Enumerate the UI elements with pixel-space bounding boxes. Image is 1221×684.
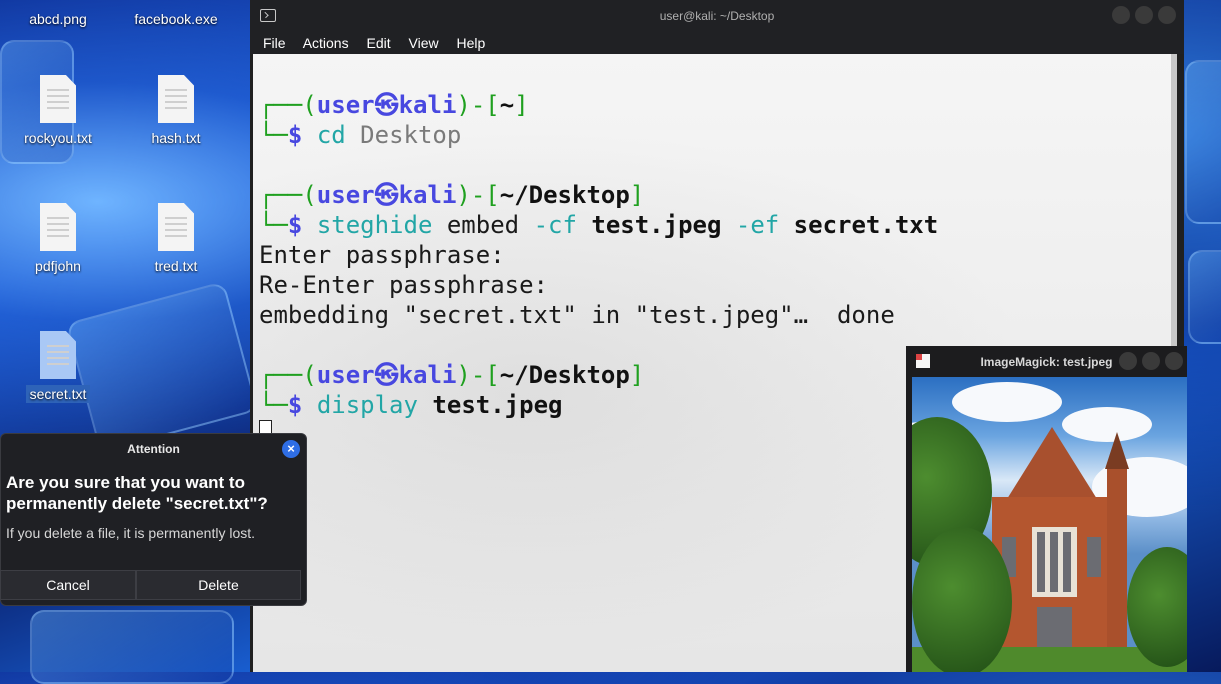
desktop-icon-label: tred.txt <box>154 258 198 274</box>
minimize-button[interactable] <box>1112 6 1130 24</box>
prompt-at: ㉿ <box>374 91 399 119</box>
desktop-icon-facebook-exe[interactable]: facebook.exe <box>126 10 226 28</box>
prompt-at: ㉿ <box>374 181 399 209</box>
maximize-button[interactable] <box>1135 6 1153 24</box>
prompt-host: kali <box>398 361 457 389</box>
command-line: └─$ steghide embed -cf test.jpeg -ef sec… <box>259 210 938 240</box>
delete-confirm-dialog[interactable]: Attention × Are you sure that you want t… <box>0 433 307 606</box>
menu-edit[interactable]: Edit <box>367 35 391 51</box>
prompt-line: ┌──(user㉿kali)-[~/Desktop] <box>259 360 644 390</box>
prompt-mid: )-[ <box>456 361 500 389</box>
desktop-icon-label: abcd.png <box>29 11 87 27</box>
terminal-menubar: File Actions Edit View Help <box>250 32 1184 54</box>
text-file-icon <box>158 75 194 123</box>
output-line: Re-Enter passphrase: <box>259 271 548 299</box>
prompt-dir: ~/Desktop <box>499 361 630 389</box>
command-arg: test.jpeg <box>576 211 736 239</box>
desktop-icon-label: pdfjohn <box>35 258 81 274</box>
prompt-host: kali <box>398 91 457 119</box>
prompt-mid: )-[ <box>456 181 500 209</box>
command-name: display <box>316 391 418 419</box>
prompt-mid: )-[ <box>456 91 500 119</box>
menu-actions[interactable]: Actions <box>303 35 349 51</box>
desktop-icon-secret-txt[interactable]: secret.txt <box>8 331 108 403</box>
command-arg: secret.txt <box>779 211 939 239</box>
command-name: steghide <box>316 211 433 239</box>
prompt-dollar: $ <box>287 391 303 419</box>
prompt-dollar: $ <box>287 121 303 149</box>
prompt-host: kali <box>398 181 457 209</box>
command-arg: Desktop <box>345 121 462 149</box>
imagemagick-window[interactable]: ImageMagick: test.jpeg <box>906 346 1187 672</box>
prompt-at: ㉿ <box>374 361 399 389</box>
delete-button[interactable]: Delete <box>136 570 301 600</box>
terminal-title: user@kali: ~/Desktop <box>659 9 775 23</box>
command-flag: -cf <box>533 211 577 239</box>
maximize-button[interactable] <box>1142 352 1160 370</box>
prompt-user: user <box>316 181 375 209</box>
command-line: └─$ display test.jpeg <box>259 390 562 420</box>
prompt-open: ┌──( <box>259 91 317 119</box>
prompt-corner: └─ <box>259 211 288 239</box>
prompt-open: ┌──( <box>259 361 317 389</box>
command-name: cd <box>316 121 346 149</box>
command-arg: test.jpeg <box>417 391 563 419</box>
menu-view[interactable]: View <box>409 35 439 51</box>
output-line: Enter passphrase: <box>259 241 505 269</box>
output-line: embedding "secret.txt" in "test.jpeg"… d… <box>259 301 895 329</box>
prompt-close: ] <box>629 361 645 389</box>
text-file-icon <box>40 203 76 251</box>
desktop-icon-label: rockyou.txt <box>24 130 92 146</box>
text-file-icon <box>40 75 76 123</box>
prompt-corner: └─ <box>259 121 288 149</box>
prompt-close: ] <box>514 91 529 119</box>
dialog-title: Attention <box>127 442 180 456</box>
desktop-icon-pdfjohn[interactable]: pdfjohn <box>8 203 108 275</box>
test-jpeg-image <box>912 377 1187 672</box>
desktop-icon-label: facebook.exe <box>134 11 218 27</box>
desktop-icon-label: secret.txt <box>25 385 91 403</box>
close-button[interactable] <box>1165 352 1183 370</box>
prompt-close: ] <box>629 181 645 209</box>
prompt-open: ┌──( <box>259 181 317 209</box>
desktop-icon-abcd-png[interactable]: abcd.png <box>8 10 108 28</box>
prompt-corner: └─ <box>259 391 288 419</box>
command-line: └─$ cd Desktop <box>259 120 461 150</box>
desktop-icon-tred-txt[interactable]: tred.txt <box>126 203 226 275</box>
prompt-user: user <box>316 91 375 119</box>
command-arg: embed <box>432 211 534 239</box>
menu-file[interactable]: File <box>263 35 286 51</box>
close-button[interactable] <box>1158 6 1176 24</box>
desktop-icon-label: hash.txt <box>151 130 201 146</box>
imagemagick-titlebar[interactable]: ImageMagick: test.jpeg <box>906 346 1187 376</box>
terminal-titlebar[interactable]: user@kali: ~/Desktop <box>250 0 1184 32</box>
text-file-icon <box>40 331 76 379</box>
prompt-dir: ~ <box>499 91 515 119</box>
command-flag: -ef <box>735 211 780 239</box>
prompt-dollar: $ <box>287 211 303 239</box>
desktop-icon-rockyou-txt[interactable]: rockyou.txt <box>8 75 108 147</box>
minimize-button[interactable] <box>1119 352 1137 370</box>
prompt-line: ┌──(user㉿kali)-[~] <box>259 90 529 120</box>
prompt-user: user <box>316 361 375 389</box>
prompt-dir: ~/Desktop <box>499 181 630 209</box>
cancel-button[interactable]: Cancel <box>0 570 136 600</box>
desktop-icon-hash-txt[interactable]: hash.txt <box>126 75 226 147</box>
menu-help[interactable]: Help <box>457 35 486 51</box>
prompt-line: ┌──(user㉿kali)-[~/Desktop] <box>259 180 644 210</box>
text-file-icon <box>158 203 194 251</box>
close-icon[interactable]: × <box>282 440 300 458</box>
dialog-heading: Are you sure that you want to permanentl… <box>6 473 268 513</box>
dialog-message: If you delete a file, it is permanently … <box>6 525 256 541</box>
